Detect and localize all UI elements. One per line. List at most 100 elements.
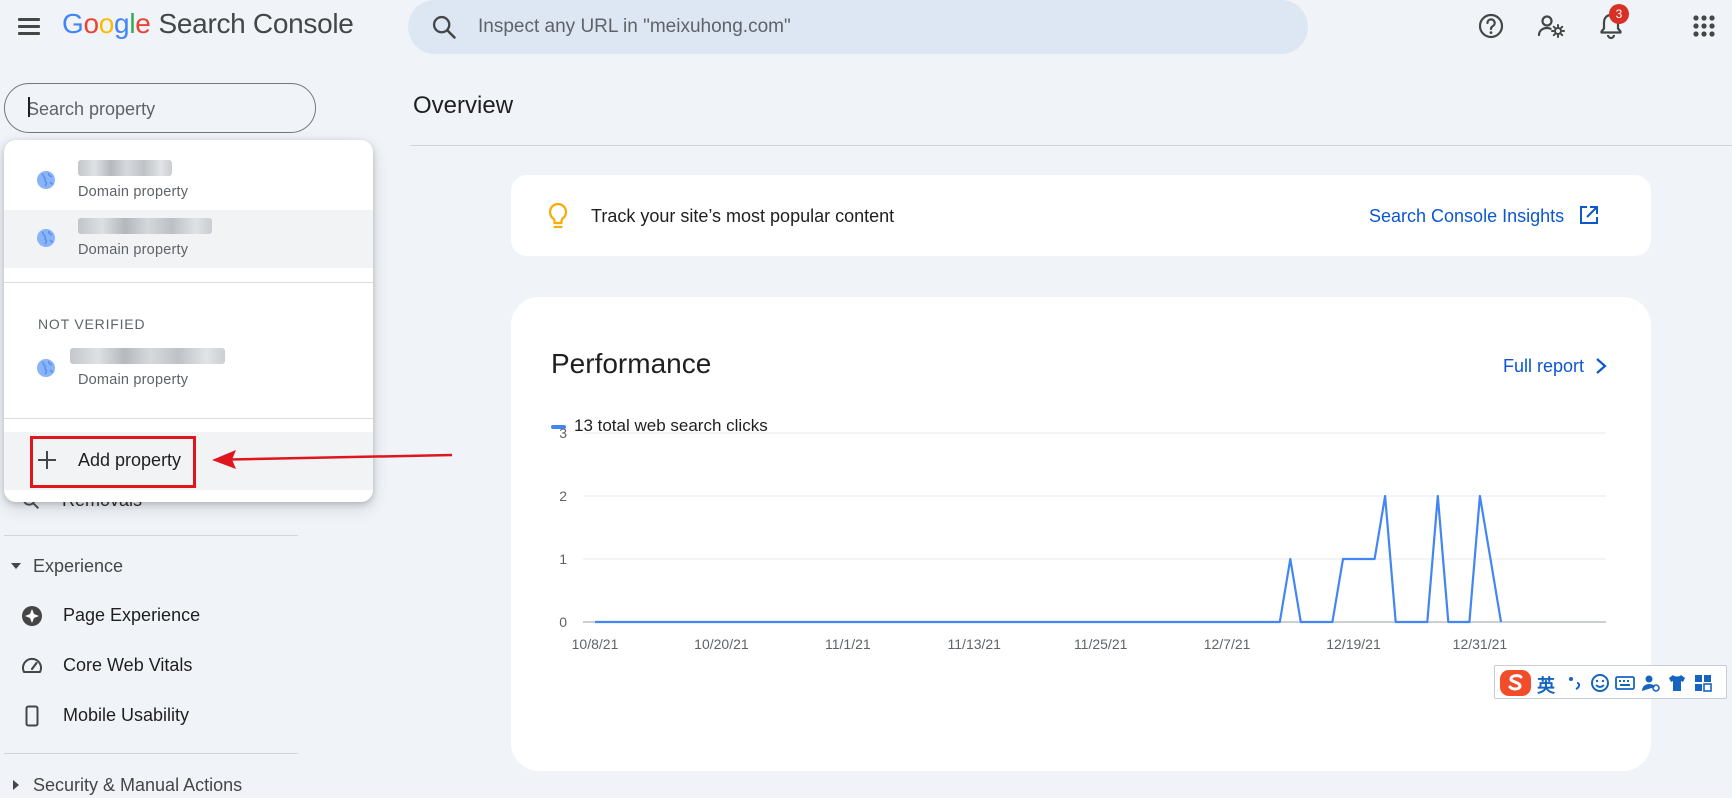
- sidebar-item-label: Core Web Vitals: [63, 655, 193, 675]
- menu-icon[interactable]: [14, 12, 42, 40]
- punctuation-icon[interactable]: [1565, 673, 1585, 693]
- data-point: [783, 620, 787, 624]
- data-point: [1457, 620, 1461, 624]
- sidebar-item-mobile-usability[interactable]: Mobile Usability: [0, 696, 300, 736]
- data-point: [835, 620, 839, 624]
- insights-text: Track your site’s most popular content: [591, 206, 895, 226]
- top-app-bar: GoogleSearch Console 3: [0, 0, 1732, 56]
- data-point: [625, 620, 629, 624]
- plus-icon: [38, 451, 56, 469]
- emoji-icon[interactable]: [1590, 673, 1610, 693]
- data-point: [1330, 620, 1334, 624]
- data-point: [877, 620, 881, 624]
- property-option[interactable]: Domain property: [4, 340, 373, 398]
- sidebar-divider: [4, 753, 298, 754]
- toolbox-grid-icon[interactable]: [1693, 673, 1713, 693]
- y-tick-label: 1: [559, 551, 567, 567]
- help-icon[interactable]: [1475, 10, 1507, 42]
- data-point: [614, 620, 618, 624]
- annotation-arrow-icon: [212, 450, 453, 469]
- lightbulb-icon: [548, 202, 568, 229]
- url-inspect-input[interactable]: [478, 10, 1278, 44]
- apps-grid-icon[interactable]: [1688, 10, 1720, 42]
- data-point: [1415, 620, 1419, 624]
- ime-language-toggle[interactable]: 英: [1537, 672, 1555, 698]
- data-point: [1446, 620, 1450, 624]
- search-icon[interactable]: [430, 13, 458, 41]
- data-point: [1130, 620, 1134, 624]
- page-title: Overview: [413, 92, 514, 119]
- data-point: [1215, 620, 1219, 624]
- x-tick-label: 12/31/21: [1453, 636, 1508, 652]
- data-point: [762, 620, 766, 624]
- add-property-label: Add property: [78, 450, 182, 470]
- data-point: [1309, 620, 1313, 624]
- dropdown-divider: [4, 282, 373, 283]
- url-inspection-bar: [408, 0, 1308, 54]
- data-point: [1404, 620, 1408, 624]
- data-point: [972, 620, 976, 624]
- data-point: [1236, 620, 1240, 624]
- insights-card: Track your site’s most popular content S…: [511, 175, 1651, 256]
- section-experience[interactable]: Experience: [0, 548, 300, 584]
- section-security-manual-actions[interactable]: Security & Manual Actions: [0, 767, 300, 798]
- sidebar-item-page-experience[interactable]: Page Experience: [0, 596, 300, 636]
- globe-icon: [37, 229, 55, 247]
- user-settings-icon[interactable]: [1641, 673, 1661, 693]
- x-tick-label: 12/19/21: [1326, 636, 1381, 652]
- logo-letter: e: [135, 8, 151, 39]
- caret-right-icon: [13, 780, 19, 790]
- sogou-logo-icon[interactable]: [1499, 669, 1532, 697]
- property-search-input[interactable]: [27, 96, 287, 122]
- data-point: [698, 620, 702, 624]
- section-label: Security & Manual Actions: [33, 775, 243, 795]
- data-point: [1109, 620, 1113, 624]
- product-logo[interactable]: Google Search Console: [62, 8, 354, 40]
- skin-shirt-icon[interactable]: [1667, 673, 1687, 693]
- data-point: [730, 620, 734, 624]
- data-point: [804, 620, 808, 624]
- page-experience-icon: [22, 606, 42, 626]
- data-point: [1225, 620, 1229, 624]
- y-tick-label: 0: [559, 614, 567, 630]
- data-point: [793, 620, 797, 624]
- data-point: [825, 620, 829, 624]
- performance-card: Performance Full report 13 total web sea…: [511, 297, 1651, 771]
- data-point: [1246, 620, 1250, 624]
- data-point: [1394, 620, 1398, 624]
- section-label: Experience: [33, 556, 124, 576]
- data-point: [930, 620, 934, 624]
- data-point: [962, 620, 966, 624]
- search-console-insights-link[interactable]: Search Console Insights: [1369, 206, 1564, 227]
- data-point: [1025, 620, 1029, 624]
- manage-users-icon[interactable]: [1535, 10, 1567, 42]
- data-point: [1004, 620, 1008, 624]
- keyboard-icon[interactable]: [1615, 673, 1635, 693]
- notification-badge: 3: [1609, 4, 1629, 24]
- redacted-property-name: [70, 348, 225, 364]
- x-tick-label: 10/20/21: [694, 636, 749, 652]
- logo-letter: o: [83, 8, 99, 39]
- x-tick-label: 12/7/21: [1204, 636, 1251, 652]
- data-point: [951, 620, 955, 624]
- property-option[interactable]: Domain property: [4, 210, 373, 268]
- data-point: [993, 620, 997, 624]
- ime-toolbar: 英: [1494, 665, 1727, 699]
- external-link-icon[interactable]: [1578, 204, 1600, 226]
- data-point: [677, 620, 681, 624]
- redacted-property-name: [78, 160, 172, 176]
- property-option[interactable]: Domain property: [4, 152, 373, 210]
- sidebar-item-core-web-vitals[interactable]: Core Web Vitals: [0, 646, 300, 686]
- data-point: [1267, 620, 1271, 624]
- data-point: [1120, 620, 1124, 624]
- data-point: [1499, 620, 1503, 624]
- x-tick-label: 11/1/21: [825, 636, 871, 652]
- data-point: [867, 620, 871, 624]
- property-search-field[interactable]: [4, 83, 316, 133]
- logo-letter: o: [98, 8, 115, 39]
- performance-chart[interactable]: 0 1 2 3 10/8/21 10/20/21 11/1/21 11/13/21 11/25/…: [511, 297, 1651, 771]
- data-point: [1425, 620, 1429, 624]
- data-point: [920, 620, 924, 624]
- data-point: [604, 620, 608, 624]
- y-tick-label: 3: [559, 425, 567, 441]
